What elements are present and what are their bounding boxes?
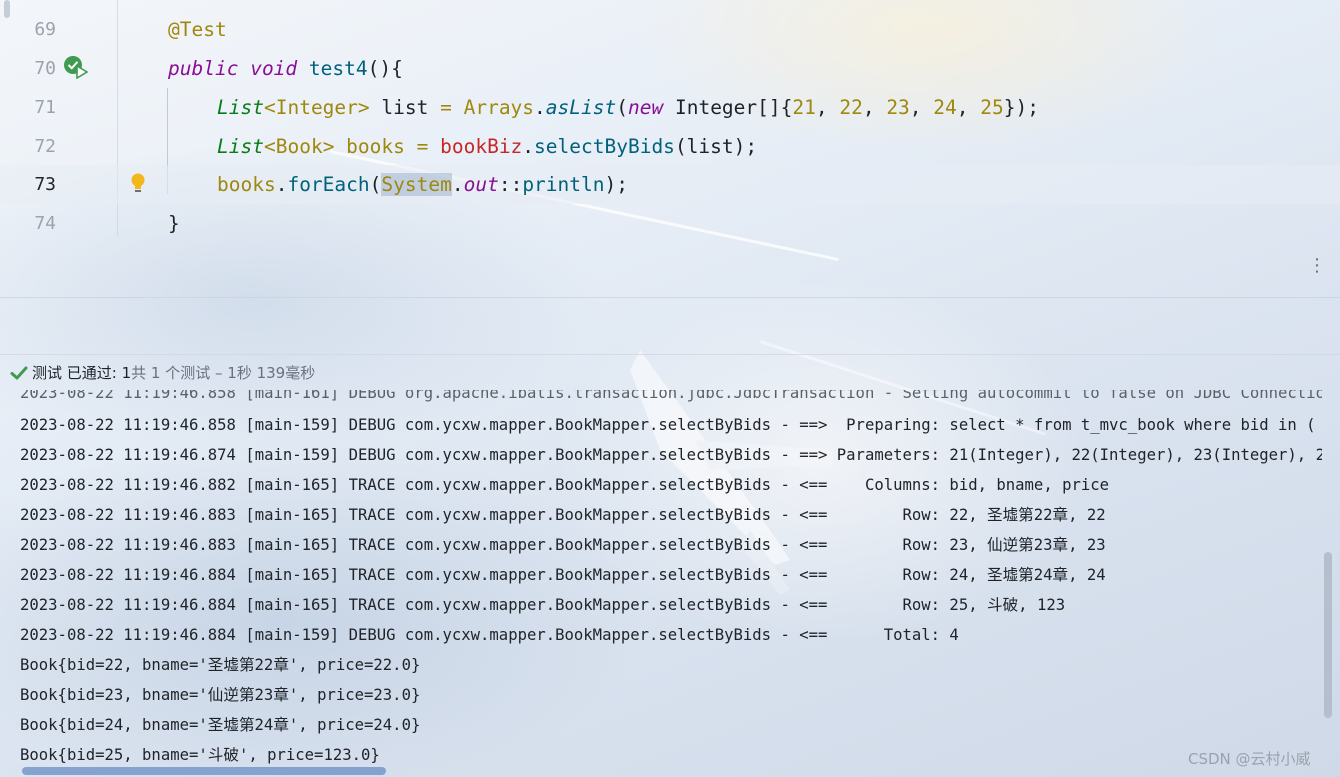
variable-token: books bbox=[334, 135, 417, 158]
status-passed-label: 测试 已通过: bbox=[32, 364, 117, 382]
code-text: public void test4(){ bbox=[168, 49, 403, 88]
operator-token: = bbox=[416, 135, 429, 158]
console-output[interactable]: 2023-08-22 11:19:46.858 [main-161] DEBUG… bbox=[0, 390, 1322, 767]
console-line: 2023-08-22 11:19:46.884 [main-159] DEBUG… bbox=[20, 626, 959, 644]
method-call-token: forEach bbox=[287, 173, 370, 196]
type-param-token: Integer bbox=[275, 96, 358, 119]
code-line[interactable]: 71 List<Integer> list = Arrays.asList(ne… bbox=[0, 88, 1340, 127]
generic-bracket: < bbox=[263, 96, 276, 119]
method-call-token: selectByBids bbox=[534, 135, 675, 158]
punctuation-token: . bbox=[522, 135, 535, 158]
operator-token: = bbox=[440, 96, 452, 119]
tool-window-divider[interactable] bbox=[0, 297, 1340, 298]
variable-token: list bbox=[369, 96, 441, 119]
generic-bracket: > bbox=[357, 96, 370, 119]
code-line[interactable]: 74 } bbox=[0, 204, 1340, 243]
punctuation-token: }); bbox=[1003, 96, 1039, 119]
static-field-token: out bbox=[463, 173, 499, 196]
punctuation-token: , bbox=[909, 96, 934, 119]
annotation-token: @Test bbox=[168, 18, 227, 41]
punctuation-token: . bbox=[451, 173, 464, 196]
code-line-current[interactable]: 73 books.forEach(System.out::println); bbox=[0, 165, 1340, 204]
punctuation-token: (){ bbox=[367, 57, 403, 80]
code-line[interactable]: 69 @Test bbox=[0, 10, 1340, 49]
field-token: bookBiz bbox=[428, 135, 523, 158]
punctuation-token: . bbox=[534, 96, 546, 119]
punctuation-token: , bbox=[956, 96, 981, 119]
console-line: 2023-08-22 11:19:46.882 [main-165] TRACE… bbox=[20, 476, 1110, 494]
console-vertical-scrollbar[interactable] bbox=[1324, 552, 1332, 718]
number-token: 25 bbox=[980, 96, 1004, 119]
console-line: Book{bid=23, bname='仙逆第23章', price=23.0} bbox=[20, 686, 421, 704]
punctuation-token: ( bbox=[369, 173, 382, 196]
console-line: 2023-08-22 11:19:46.874 [main-159] DEBUG… bbox=[20, 446, 1322, 464]
test-status-text: 测试 已通过: 1共 1 个测试 – 1秒 139毫秒 bbox=[32, 355, 315, 391]
number-token: 21 bbox=[792, 96, 816, 119]
test-passed-check-icon bbox=[10, 366, 28, 380]
console-line: 2023-08-22 11:19:46.883 [main-165] TRACE… bbox=[20, 506, 1106, 524]
keyword-token: public bbox=[168, 57, 239, 80]
status-count: 1 bbox=[121, 364, 132, 382]
code-line[interactable]: 72 List<Book> books = bookBiz.selectByBi… bbox=[0, 127, 1340, 166]
method-name-token: test4 bbox=[308, 57, 368, 80]
more-options-icon[interactable]: ⋮ bbox=[1308, 254, 1326, 278]
code-editor[interactable]: 69 @Test 70 public void test4(){ 71 List… bbox=[0, 0, 1340, 300]
punctuation-token: :: bbox=[498, 173, 523, 196]
watermark: CSDN @云村小威 bbox=[1188, 750, 1311, 768]
keyword-token: void bbox=[250, 57, 298, 80]
punctuation-token: ); bbox=[604, 173, 628, 196]
punctuation-token: (list); bbox=[674, 135, 758, 158]
console-line: 2023-08-22 11:19:46.858 [main-159] DEBUG… bbox=[20, 410, 1322, 440]
console-line: 2023-08-22 11:19:46.884 [main-165] TRACE… bbox=[20, 566, 1106, 584]
number-token: 22 bbox=[839, 96, 863, 119]
class-token: Arrays bbox=[451, 96, 535, 119]
run-test-icon[interactable] bbox=[63, 55, 89, 79]
generic-bracket: < bbox=[263, 135, 276, 158]
test-status-bar: 测试 已通过: 1共 1 个测试 – 1秒 139毫秒 bbox=[0, 354, 1340, 390]
console-line-text: 2023-08-22 11:19:46.858 [main-159] DEBUG… bbox=[20, 416, 1322, 434]
code-line[interactable]: 70 public void test4(){ bbox=[0, 49, 1340, 88]
variable-token: books bbox=[217, 173, 276, 196]
punctuation-token: . bbox=[275, 173, 288, 196]
type-param-token: Book bbox=[275, 135, 323, 158]
code-text: List<Book> books = bookBiz.selectByBids(… bbox=[217, 127, 757, 166]
line-number: 74 bbox=[34, 213, 56, 234]
console-line: Book{bid=24, bname='圣墟第24章', price=24.0} bbox=[20, 716, 421, 734]
intention-bulb-icon[interactable] bbox=[129, 172, 147, 196]
number-token: 23 bbox=[886, 96, 910, 119]
punctuation-token: , bbox=[862, 96, 887, 119]
line-number: 71 bbox=[34, 97, 56, 118]
line-number: 70 bbox=[34, 58, 56, 79]
line-number: 72 bbox=[34, 136, 56, 157]
class-token-highlighted: System bbox=[381, 173, 452, 196]
method-ref-token: println bbox=[522, 173, 605, 196]
console-line: 2023-08-22 11:19:46.858 [main-161] DEBUG… bbox=[20, 390, 1322, 402]
keyword-token: new bbox=[628, 96, 664, 119]
punctuation-token: ( bbox=[616, 96, 628, 119]
generic-bracket: > bbox=[322, 135, 335, 158]
console-line: Book{bid=22, bname='圣墟第22章', price=22.0} bbox=[20, 656, 421, 674]
static-method-token: asList bbox=[545, 96, 617, 119]
type-token: List bbox=[217, 135, 264, 158]
code-text: List<Integer> list = Arrays.asList(new I… bbox=[217, 88, 1039, 127]
number-token: 24 bbox=[933, 96, 957, 119]
code-text: @Test bbox=[168, 10, 227, 49]
console-line: 2023-08-22 11:19:46.883 [main-165] TRACE… bbox=[20, 536, 1106, 554]
line-number: 69 bbox=[34, 19, 56, 40]
punctuation-token: , bbox=[815, 96, 840, 119]
class-token: Integer[]{ bbox=[663, 96, 793, 119]
status-total: 共 1 个测试 – 1秒 139毫秒 bbox=[131, 364, 316, 382]
line-number: 73 bbox=[34, 174, 56, 195]
console-horizontal-scrollbar[interactable] bbox=[22, 767, 386, 775]
console-line: 2023-08-22 11:19:46.884 [main-165] TRACE… bbox=[20, 596, 1066, 614]
type-token: List bbox=[217, 96, 264, 119]
code-text: } bbox=[168, 204, 180, 243]
console-line: Book{bid=25, bname='斗破', price=123.0} bbox=[20, 746, 380, 764]
code-text: books.forEach(System.out::println); bbox=[217, 165, 628, 204]
punctuation-token: } bbox=[168, 212, 180, 235]
